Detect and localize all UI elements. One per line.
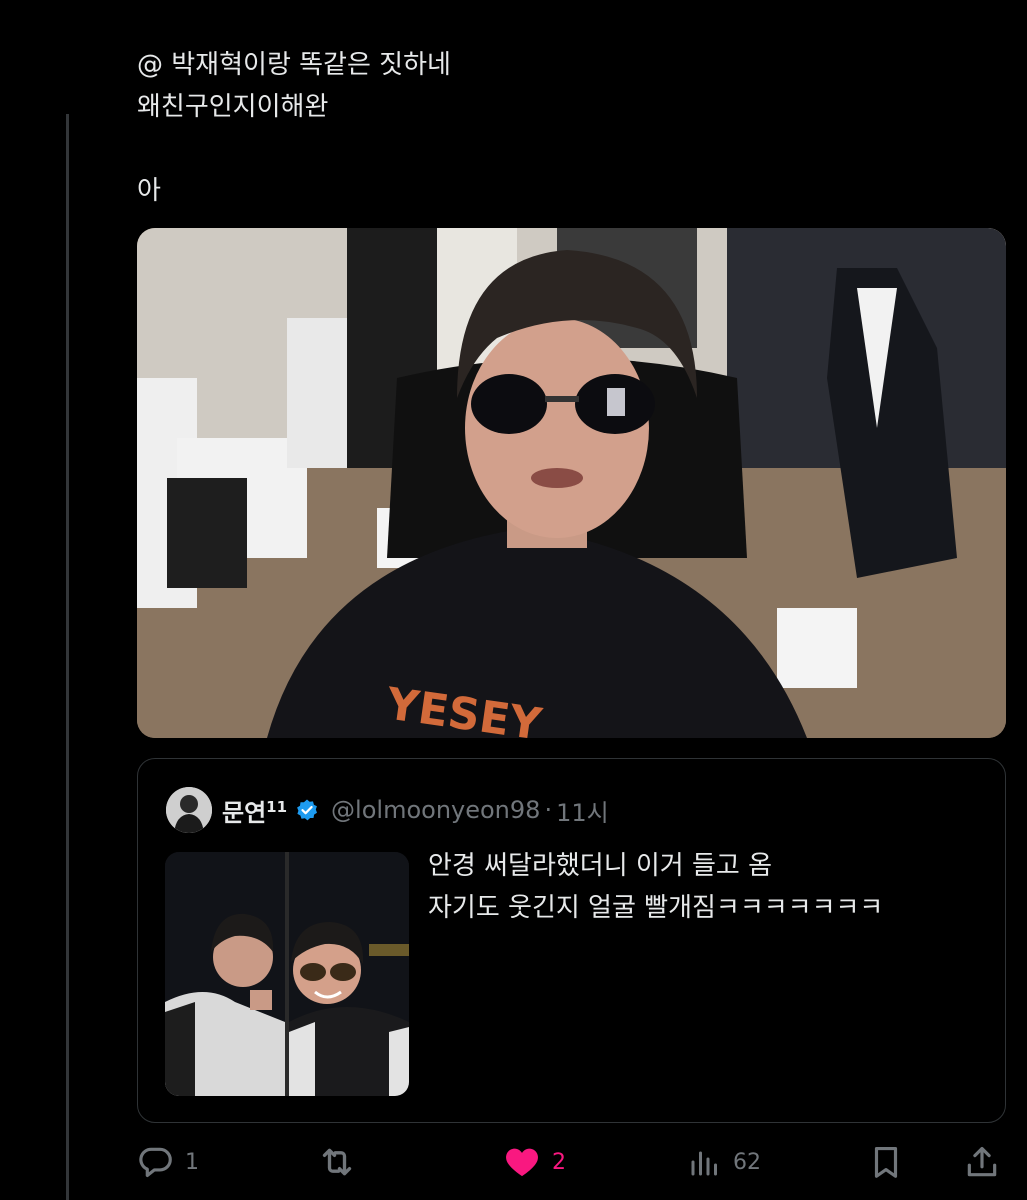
- bookmark-button[interactable]: [867, 1139, 905, 1185]
- quoted-tweet[interactable]: 문연11 @lolmoonyeon98 · 11시 안경 써달라했더니 이거 들…: [137, 758, 1006, 1123]
- quoted-separator-dot: ·: [544, 796, 553, 824]
- repost-icon: [317, 1142, 357, 1182]
- tweet-text: @ 박재혁이랑 똑같은 짓하네 왜친구인지이해완 아: [137, 44, 997, 212]
- repost-button[interactable]: [317, 1139, 367, 1185]
- tweet-text-line-2: 왜친구인지이해완: [137, 92, 329, 122]
- verified-badge-icon: [295, 798, 319, 822]
- views-button[interactable]: 62: [687, 1139, 761, 1185]
- quoted-display-name-superscript: 11: [266, 797, 288, 816]
- quoted-tweet-photo[interactable]: [165, 852, 409, 1096]
- quoted-display-name[interactable]: 문연11: [222, 793, 287, 828]
- share-icon: [963, 1143, 1001, 1181]
- quoted-text-line-1: 안경 써달라했더니 이거 들고 옴: [428, 851, 773, 881]
- tweet-text-line-3: 아: [137, 176, 161, 206]
- tweet-text-line-1: @ 박재혁이랑 똑같은 짓하네: [137, 50, 451, 80]
- quoted-photo-illustration: [165, 852, 409, 1096]
- like-count: 2: [552, 1149, 566, 1175]
- avatar[interactable]: [166, 787, 212, 833]
- tweet-photo-illustration: YESEY: [137, 228, 1006, 738]
- reply-count: 1: [185, 1149, 199, 1175]
- quoted-timestamp[interactable]: 11시: [556, 793, 609, 828]
- bookmark-icon: [867, 1143, 905, 1181]
- tweet-action-bar: 1 2 62: [137, 1139, 1007, 1185]
- quoted-tweet-text: 안경 써달라했더니 이거 들고 옴 자기도 웃긴지 얼굴 빨개짐ㅋㅋㅋㅋㅋㅋㅋ: [428, 845, 988, 929]
- like-button[interactable]: 2: [502, 1139, 566, 1185]
- quoted-tweet-header: 문연11 @lolmoonyeon98 · 11시: [166, 786, 609, 834]
- reply-button[interactable]: 1: [137, 1139, 199, 1185]
- quoted-display-name-text: 문연: [222, 798, 267, 827]
- quoted-handle[interactable]: @lolmoonyeon98: [331, 796, 540, 824]
- quoted-text-line-2: 자기도 웃긴지 얼굴 빨개짐ㅋㅋㅋㅋㅋㅋㅋ: [428, 893, 884, 923]
- tweet-photo[interactable]: YESEY: [137, 228, 1006, 738]
- share-button[interactable]: [963, 1139, 1001, 1185]
- heart-icon: [502, 1142, 542, 1182]
- views-count: 62: [733, 1149, 761, 1175]
- reply-icon: [137, 1143, 175, 1181]
- thread-connector-line: [66, 114, 69, 1200]
- tweet-text-gap: [137, 128, 997, 170]
- views-icon: [687, 1144, 723, 1180]
